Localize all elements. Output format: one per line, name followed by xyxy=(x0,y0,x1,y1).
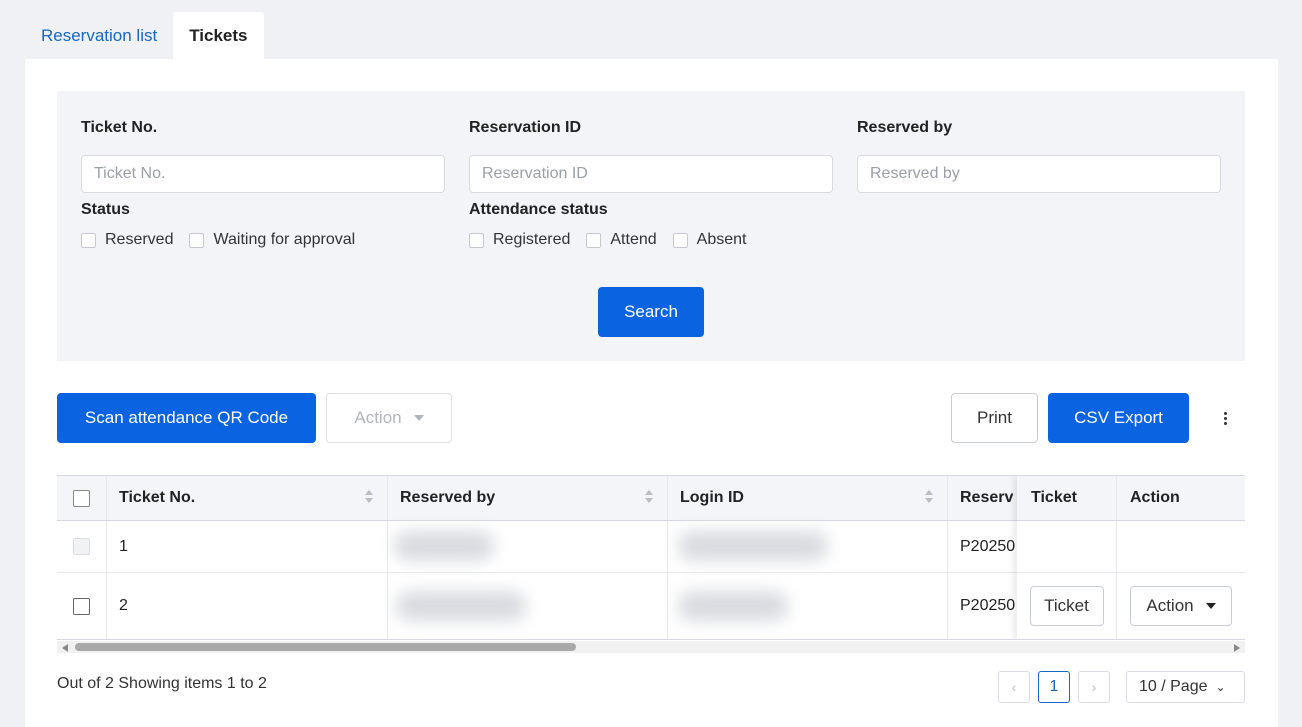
page-size-select[interactable]: 10 / Page ⌄ xyxy=(1126,671,1245,703)
scroll-left-icon[interactable] xyxy=(62,644,68,652)
row-select-cell xyxy=(57,573,107,639)
status-field: Status Reserved Waiting for approval xyxy=(81,201,445,250)
chevron-down-icon: ⌄ xyxy=(1215,680,1226,694)
fixed-row: Ticket Action xyxy=(1017,573,1245,639)
cell-login-id xyxy=(668,573,948,639)
fixed-header: Ticket Action xyxy=(1017,476,1245,521)
redacted-text xyxy=(396,591,526,621)
prev-page-button[interactable]: ‹ xyxy=(998,671,1030,703)
checkbox-box[interactable] xyxy=(469,232,484,248)
csv-export-button[interactable]: CSV Export xyxy=(1048,393,1189,443)
row-select-cell xyxy=(57,521,107,572)
header-reserved-by[interactable]: Reserved by xyxy=(388,476,668,520)
row-action-label: Action xyxy=(1146,596,1194,615)
scrollbar-thumb[interactable] xyxy=(75,643,576,651)
pagination-summary: Out of 2 Showing items 1 to 2 xyxy=(57,675,267,692)
attendance-status-label: Attendance status xyxy=(469,201,608,218)
cell-ticket xyxy=(1017,521,1117,572)
horizontal-scrollbar[interactable] xyxy=(57,641,1245,653)
reservation-id-input[interactable] xyxy=(469,155,833,193)
cell-ticket-no: 1 xyxy=(107,521,388,572)
redacted-text xyxy=(678,531,828,561)
tab-bar: Reservation list Tickets xyxy=(25,12,264,59)
checkbox-box[interactable] xyxy=(672,232,688,248)
attendance-registered-checkbox[interactable]: Registered xyxy=(469,231,570,249)
search-button[interactable]: Search xyxy=(598,287,704,337)
cell-ticket: Ticket xyxy=(1017,573,1117,639)
fixed-row xyxy=(1017,521,1245,573)
header-login-id[interactable]: Login ID xyxy=(668,476,948,520)
ticket-no-label: Ticket No. xyxy=(81,119,158,136)
checkbox-label: Absent xyxy=(696,231,747,248)
kebab-icon[interactable] xyxy=(1213,407,1237,429)
bulk-action-dropdown[interactable]: Action xyxy=(326,393,452,443)
fixed-right-columns: Ticket Action Ticket Action xyxy=(1017,476,1245,639)
status-label: Status xyxy=(81,201,130,218)
status-waiting-checkbox[interactable]: Waiting for approval xyxy=(189,231,355,249)
select-all-checkbox[interactable] xyxy=(73,489,90,507)
search-filter-panel: Ticket No. Reservation ID Reserved by St… xyxy=(57,91,1245,361)
main-panel: Ticket No. Reservation ID Reserved by St… xyxy=(25,59,1278,727)
cell-reserved-by xyxy=(388,573,668,639)
redacted-text xyxy=(678,591,788,621)
checkbox-label: Waiting for approval xyxy=(213,231,356,248)
next-page-button[interactable]: › xyxy=(1078,671,1110,703)
sort-icon[interactable] xyxy=(645,490,653,506)
attendance-attend-checkbox[interactable]: Attend xyxy=(586,231,657,249)
header-label: Reserved by xyxy=(400,489,496,506)
tickets-table: Ticket No. Reserved by Login ID Reserv 1 xyxy=(57,475,1245,640)
attendance-status-field: Attendance status Registered Attend Abse… xyxy=(469,201,833,250)
sort-icon[interactable] xyxy=(365,490,373,506)
ticket-no-field: Ticket No. xyxy=(81,119,445,193)
reservation-id-label: Reservation ID xyxy=(469,119,582,136)
checkbox-box[interactable] xyxy=(189,232,205,248)
cell-ticket-no: 2 xyxy=(107,573,388,639)
cell-action: Action xyxy=(1117,573,1245,639)
redacted-text xyxy=(394,531,494,561)
status-reserved-checkbox[interactable]: Reserved xyxy=(81,231,173,249)
cell-login-id xyxy=(668,521,948,572)
ticket-button[interactable]: Ticket xyxy=(1029,586,1104,626)
reservation-id-field: Reservation ID xyxy=(469,119,833,193)
tab-reservation-list[interactable]: Reservation list xyxy=(25,12,173,59)
reserved-by-field: Reserved by xyxy=(857,119,1221,193)
checkbox-label: Attend xyxy=(610,231,657,248)
header-label: Reserv xyxy=(960,489,1014,506)
scroll-right-icon[interactable] xyxy=(1234,644,1240,652)
caret-down-icon xyxy=(1205,603,1216,609)
checkbox-label: Registered xyxy=(493,231,571,248)
cell-action xyxy=(1117,521,1245,572)
row-action-dropdown[interactable]: Action xyxy=(1130,586,1232,626)
row-checkbox[interactable] xyxy=(73,597,90,615)
print-button[interactable]: Print xyxy=(951,393,1038,443)
checkbox-label: Reserved xyxy=(105,231,174,248)
reserved-by-input[interactable] xyxy=(857,155,1221,193)
bulk-action-label: Action xyxy=(354,408,402,427)
attendance-absent-checkbox[interactable]: Absent xyxy=(672,231,747,249)
tab-tickets[interactable]: Tickets xyxy=(173,12,264,59)
page-1-button[interactable]: 1 xyxy=(1038,671,1070,703)
select-all-cell xyxy=(57,476,107,520)
row-checkbox-disabled xyxy=(73,538,90,555)
scan-qr-button[interactable]: Scan attendance QR Code xyxy=(57,393,316,443)
sort-icon[interactable] xyxy=(925,490,933,506)
header-ticket-no[interactable]: Ticket No. xyxy=(107,476,388,520)
checkbox-box[interactable] xyxy=(586,232,602,248)
header-label: Ticket No. xyxy=(119,489,196,506)
caret-down-icon xyxy=(413,415,424,421)
ticket-no-input[interactable] xyxy=(81,155,445,193)
header-label: Login ID xyxy=(680,489,744,506)
cell-reserved-by xyxy=(388,521,668,572)
reserved-by-label: Reserved by xyxy=(857,119,953,136)
page-size-label: 10 / Page xyxy=(1139,678,1208,695)
header-action: Action xyxy=(1130,489,1180,506)
checkbox-box[interactable] xyxy=(81,232,96,248)
header-ticket: Ticket xyxy=(1017,476,1117,520)
